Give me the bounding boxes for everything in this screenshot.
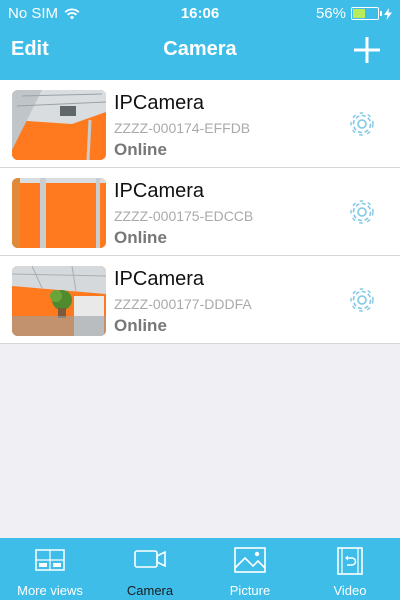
- camera-status: Online: [114, 316, 167, 335]
- tab-bar: More views Camera Picture Video: [0, 538, 400, 600]
- camera-row[interactable]: IPCamera ZZZZ-000174-EFFDB Online: [0, 80, 400, 168]
- header: No SIM 16:06 56% Edit Camera: [0, 0, 400, 80]
- status-bar: No SIM 16:06 56%: [0, 0, 400, 26]
- tab-video[interactable]: Video: [300, 538, 400, 600]
- camera-status: Online: [114, 228, 167, 247]
- battery-icon: [351, 7, 382, 20]
- camera-name: IPCamera: [114, 180, 205, 202]
- page-title: Camera: [163, 38, 237, 60]
- add-icon[interactable]: [353, 36, 381, 64]
- charging-bolt-icon: [384, 7, 392, 20]
- camera-id: ZZZZ-000174-EFFDB: [114, 120, 251, 136]
- tab-picture[interactable]: Picture: [200, 538, 300, 600]
- video-icon: [337, 547, 363, 575]
- camera-status: Online: [114, 140, 167, 159]
- camera-row[interactable]: IPCamera ZZZZ-000175-EDCCB Online: [0, 168, 400, 256]
- gear-icon[interactable]: [348, 110, 376, 138]
- tab-label: Camera: [126, 583, 174, 598]
- camera-list: IPCamera ZZZZ-000174-EFFDB Online IPCame…: [0, 80, 400, 344]
- picture-icon: [234, 547, 266, 573]
- camera-thumbnail: [12, 90, 106, 160]
- tab-label: Picture: [229, 583, 271, 598]
- camera-name: IPCamera: [114, 92, 205, 114]
- tab-more-views[interactable]: More views: [0, 538, 100, 600]
- battery-percent: 56%: [315, 5, 346, 22]
- tab-label: Video: [333, 583, 367, 598]
- tab-camera[interactable]: Camera: [100, 538, 200, 600]
- camera-name: IPCamera: [114, 268, 205, 290]
- tab-label: More views: [17, 583, 83, 598]
- camera-id: ZZZZ-000177-DDDFA: [114, 296, 252, 312]
- nav-bar: Edit Camera: [0, 26, 400, 80]
- camera-id: ZZZZ-000175-EDCCB: [114, 208, 254, 224]
- camera-icon: [134, 550, 166, 568]
- gear-icon[interactable]: [348, 198, 376, 226]
- camera-thumbnail: [12, 266, 106, 336]
- more-views-icon: [35, 549, 65, 571]
- camera-thumbnail: [12, 178, 106, 248]
- camera-row[interactable]: IPCamera ZZZZ-000177-DDDFA Online: [0, 256, 400, 344]
- gear-icon[interactable]: [348, 286, 376, 314]
